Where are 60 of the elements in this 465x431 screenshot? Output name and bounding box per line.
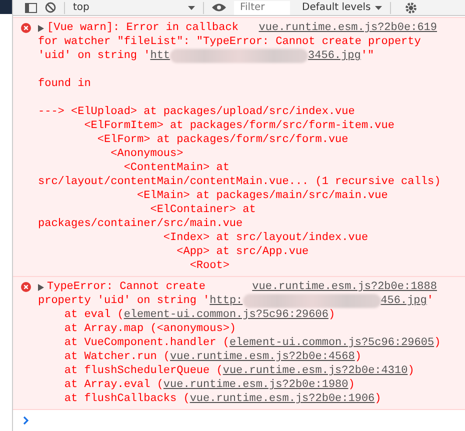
message-text: <ElForm> at packages/form/src/form.vue (96, 133, 348, 147)
url-link[interactable]: 3456.jpg (308, 49, 361, 63)
url-link[interactable]: vue.runtime.esm.js?2b0e:4310 (222, 364, 408, 378)
message-text: <ElMain> at packages/main/src/main.vue (136, 189, 388, 203)
message-text: <Anonymous> (110, 147, 184, 161)
filter-field[interactable]: Filter (234, 0, 290, 14)
message-text: ) (328, 308, 336, 322)
source-link[interactable]: vue.runtime.esm.js?2b0e:619 (258, 21, 437, 35)
log-levels-dropdown[interactable]: Default levels (302, 2, 382, 13)
url-link[interactable]: element-ui.common.js?5c96:29606 (124, 308, 328, 322)
message-text: ---> <ElUpload> at packages/upload/src/index.vue (38, 105, 355, 119)
message-text: at Watcher.run ( (63, 350, 170, 364)
message-text: ) (354, 350, 362, 364)
url-link[interactable]: 456.jpg (380, 294, 427, 308)
url-link[interactable]: vue.runtime.esm.js?2b0e:1980 (163, 378, 348, 392)
clear-console-icon[interactable] (45, 2, 56, 13)
message-text: '" (360, 49, 374, 63)
dropdown-caret-icon[interactable] (188, 6, 195, 10)
message-text: at eval ( (63, 308, 124, 322)
message-text: <Index> at src/layout/index.vue (162, 231, 368, 245)
message-text: ' (426, 294, 434, 308)
sidebar-edge (0, 0, 12, 14)
message-text: 'uid' on string ' (38, 49, 150, 63)
url-link[interactable]: vue.runtime.esm.js?2b0e:4568 (170, 350, 355, 364)
message-text: at Array.eval ( (63, 378, 164, 392)
message-text: at Array.map (<anonymous>) (63, 322, 236, 336)
message-text: ) (374, 392, 382, 406)
message-text: ) (408, 364, 414, 378)
dropdown-caret-icon (374, 6, 382, 10)
message-text: for watcher "fileList": "TypeError: Cannot create property (38, 35, 421, 49)
message-text: <ContentMain> at (122, 161, 230, 175)
error-icon (20, 282, 30, 292)
sidebar-toggle-icon[interactable] (25, 2, 37, 12)
message-text: at VueComponent.handler ( (63, 336, 230, 350)
message-text: [Vue warn]: Error in callback (47, 21, 238, 35)
source-link[interactable]: vue.runtime.esm.js?2b0e:1888 (252, 280, 437, 294)
settings-icon[interactable] (404, 2, 417, 14)
url-link[interactable]: htt (150, 49, 170, 63)
message-text: packages/container/src/main.vue (38, 217, 243, 231)
message-text: property 'uid' on string ' (38, 294, 210, 308)
message-text: at flushSchedulerQueue ( (63, 364, 223, 378)
message-text: ) (434, 336, 441, 350)
error-icon (20, 23, 30, 33)
url-link[interactable]: vue.runtime.esm.js?2b0e:1906 (190, 392, 375, 406)
message-text: <ElFormItem> at packages/form/src/form-item.vue (83, 119, 394, 133)
context-select[interactable]: top (73, 2, 90, 13)
prompt-chevron-icon (23, 416, 29, 425)
message-text: src/layout/contentMain/contentMain.vue... (1 recursive calls) (38, 175, 441, 189)
message-text: <Root> (188, 259, 230, 273)
eye-icon[interactable] (212, 3, 226, 12)
expand-triangle-icon[interactable] (38, 24, 44, 32)
url-link[interactable]: element-ui.common.js?5c96:29605 (229, 336, 434, 350)
url-link[interactable]: http: (210, 294, 243, 308)
expand-triangle-icon[interactable] (38, 284, 44, 290)
message-text: TypeError: Cannot create (47, 280, 206, 294)
message-text: at flushCallbacks ( (63, 392, 190, 406)
message-text: ) (348, 378, 355, 392)
message-text: <App> at src/App.vue (176, 245, 309, 259)
message-text: <ElContainer> at (149, 203, 256, 217)
message-text: found in (38, 77, 91, 91)
